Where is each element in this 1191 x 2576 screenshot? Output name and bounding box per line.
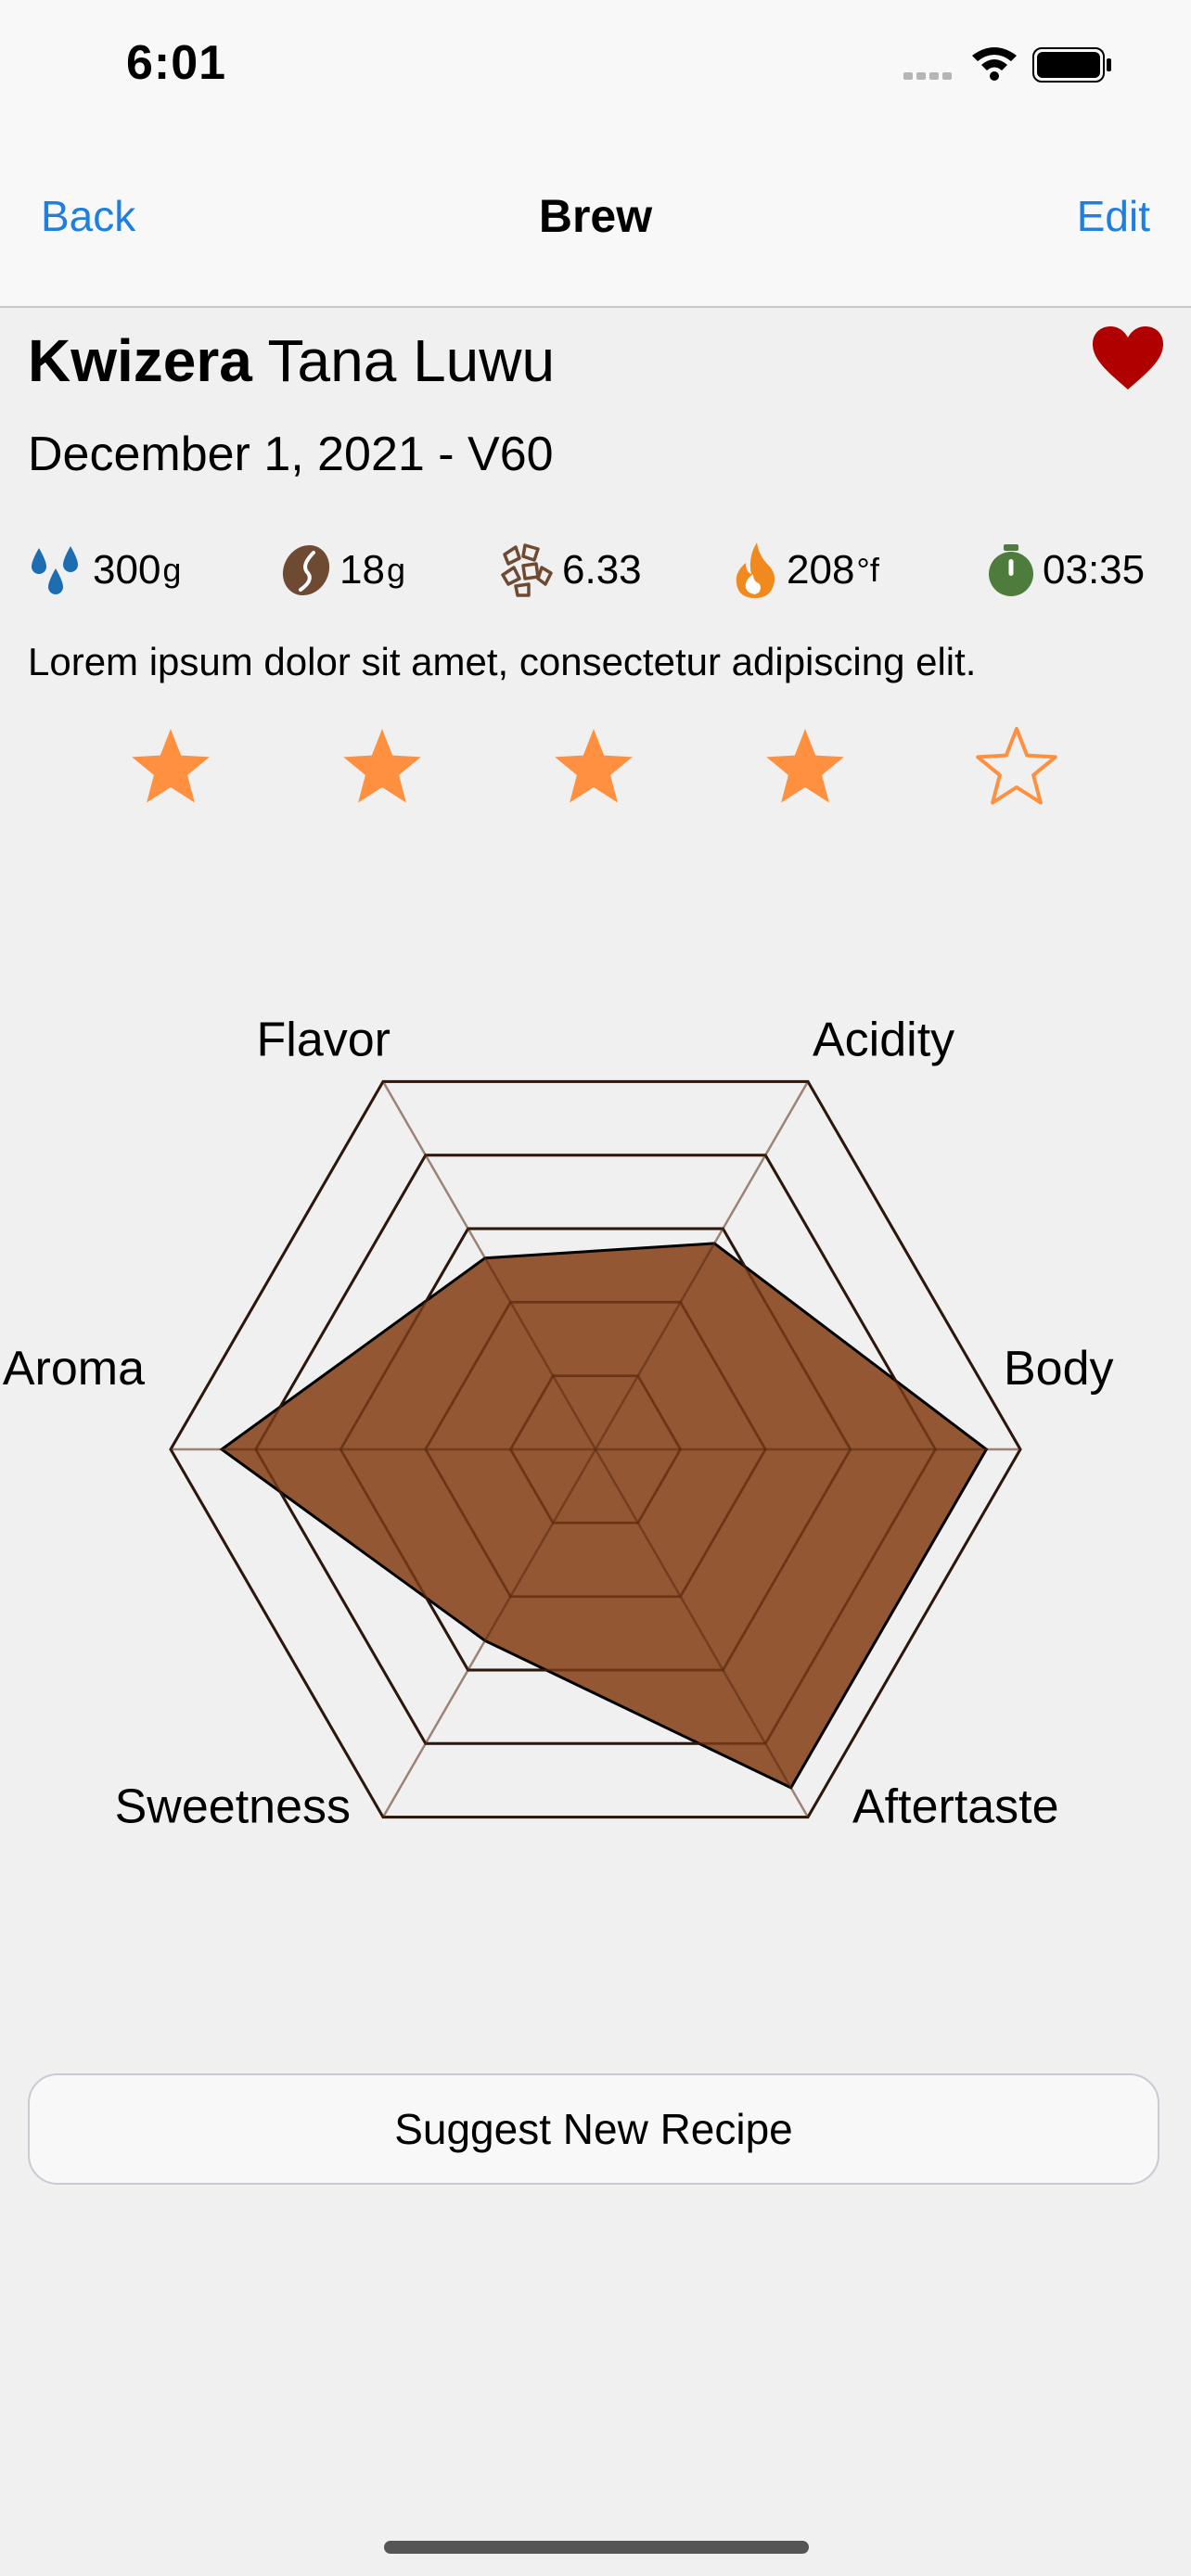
coffee-name: Tana Luwu [267,327,556,394]
star-filled-icon[interactable] [338,723,427,812]
star-empty-icon[interactable] [972,723,1061,812]
battery-icon [1032,47,1111,83]
status-bar: 6:01 [0,0,1191,139]
wifi-icon [972,47,1017,81]
timer-icon [989,544,1033,596]
temperature-unit: °f [856,551,879,589]
navigation-bar: Back Brew Edit [0,139,1191,308]
radar-label-aftertaste: Aftertaste [852,1780,1059,1834]
brew-notes: Lorem ipsum dolor sit amet, consectetur … [28,640,977,683]
rating-stars [0,723,1191,816]
radar-label-flavor: Flavor [257,1013,391,1066]
coffee-bean-icon [282,544,330,596]
radar-inner-grid [169,1080,1022,1818]
roaster-name: Kwizera [28,327,252,394]
nav-title: Brew [538,190,653,242]
grind-value: 6.33 [562,547,642,593]
grind-icon [501,543,553,597]
temperature-value: 208 [787,547,855,593]
status-icons [903,47,1111,83]
radar-label-body: Body [1004,1342,1114,1396]
star-filled-icon[interactable] [761,723,850,812]
stat-water: 300 g [28,538,181,603]
brew-date-method: December 1, 2021 - V60 [28,427,554,481]
edit-button[interactable]: Edit [1077,191,1150,241]
suggest-new-recipe-button[interactable]: Suggest New Recipe [28,2073,1159,2185]
home-indicator [384,2541,809,2554]
star-filled-icon[interactable] [549,723,638,812]
coffee-value: 18 [339,547,385,593]
status-time: 6:01 [126,36,227,90]
stat-grind: 6.33 [497,538,642,603]
water-drops-icon [32,546,78,594]
stat-time: 03:35 [987,538,1145,603]
water-unit: g [162,551,182,589]
flavor-radar-chart: Acidity Body Aftertaste Sweetness Aroma Flavo… [3,1013,1114,1834]
stat-temperature: 208 °f [733,538,879,603]
brew-stats: 300 g 18 g 6.33 208 °f 03:35 [0,538,1191,603]
radar-label-aroma: Aroma [3,1342,145,1396]
star-filled-icon[interactable] [126,723,215,812]
heart-icon[interactable] [1091,325,1165,391]
water-value: 300 [93,547,161,593]
stat-coffee: 18 g [280,538,405,603]
radar-label-acidity: Acidity [813,1013,954,1066]
flame-icon [736,542,775,598]
coffee-unit: g [386,551,405,589]
brew-title: Kwizera Tana Luwu [28,326,555,395]
time-value: 03:35 [1043,547,1146,593]
signal-icon [903,72,952,80]
radar-label-sweetness: Sweetness [115,1780,351,1834]
